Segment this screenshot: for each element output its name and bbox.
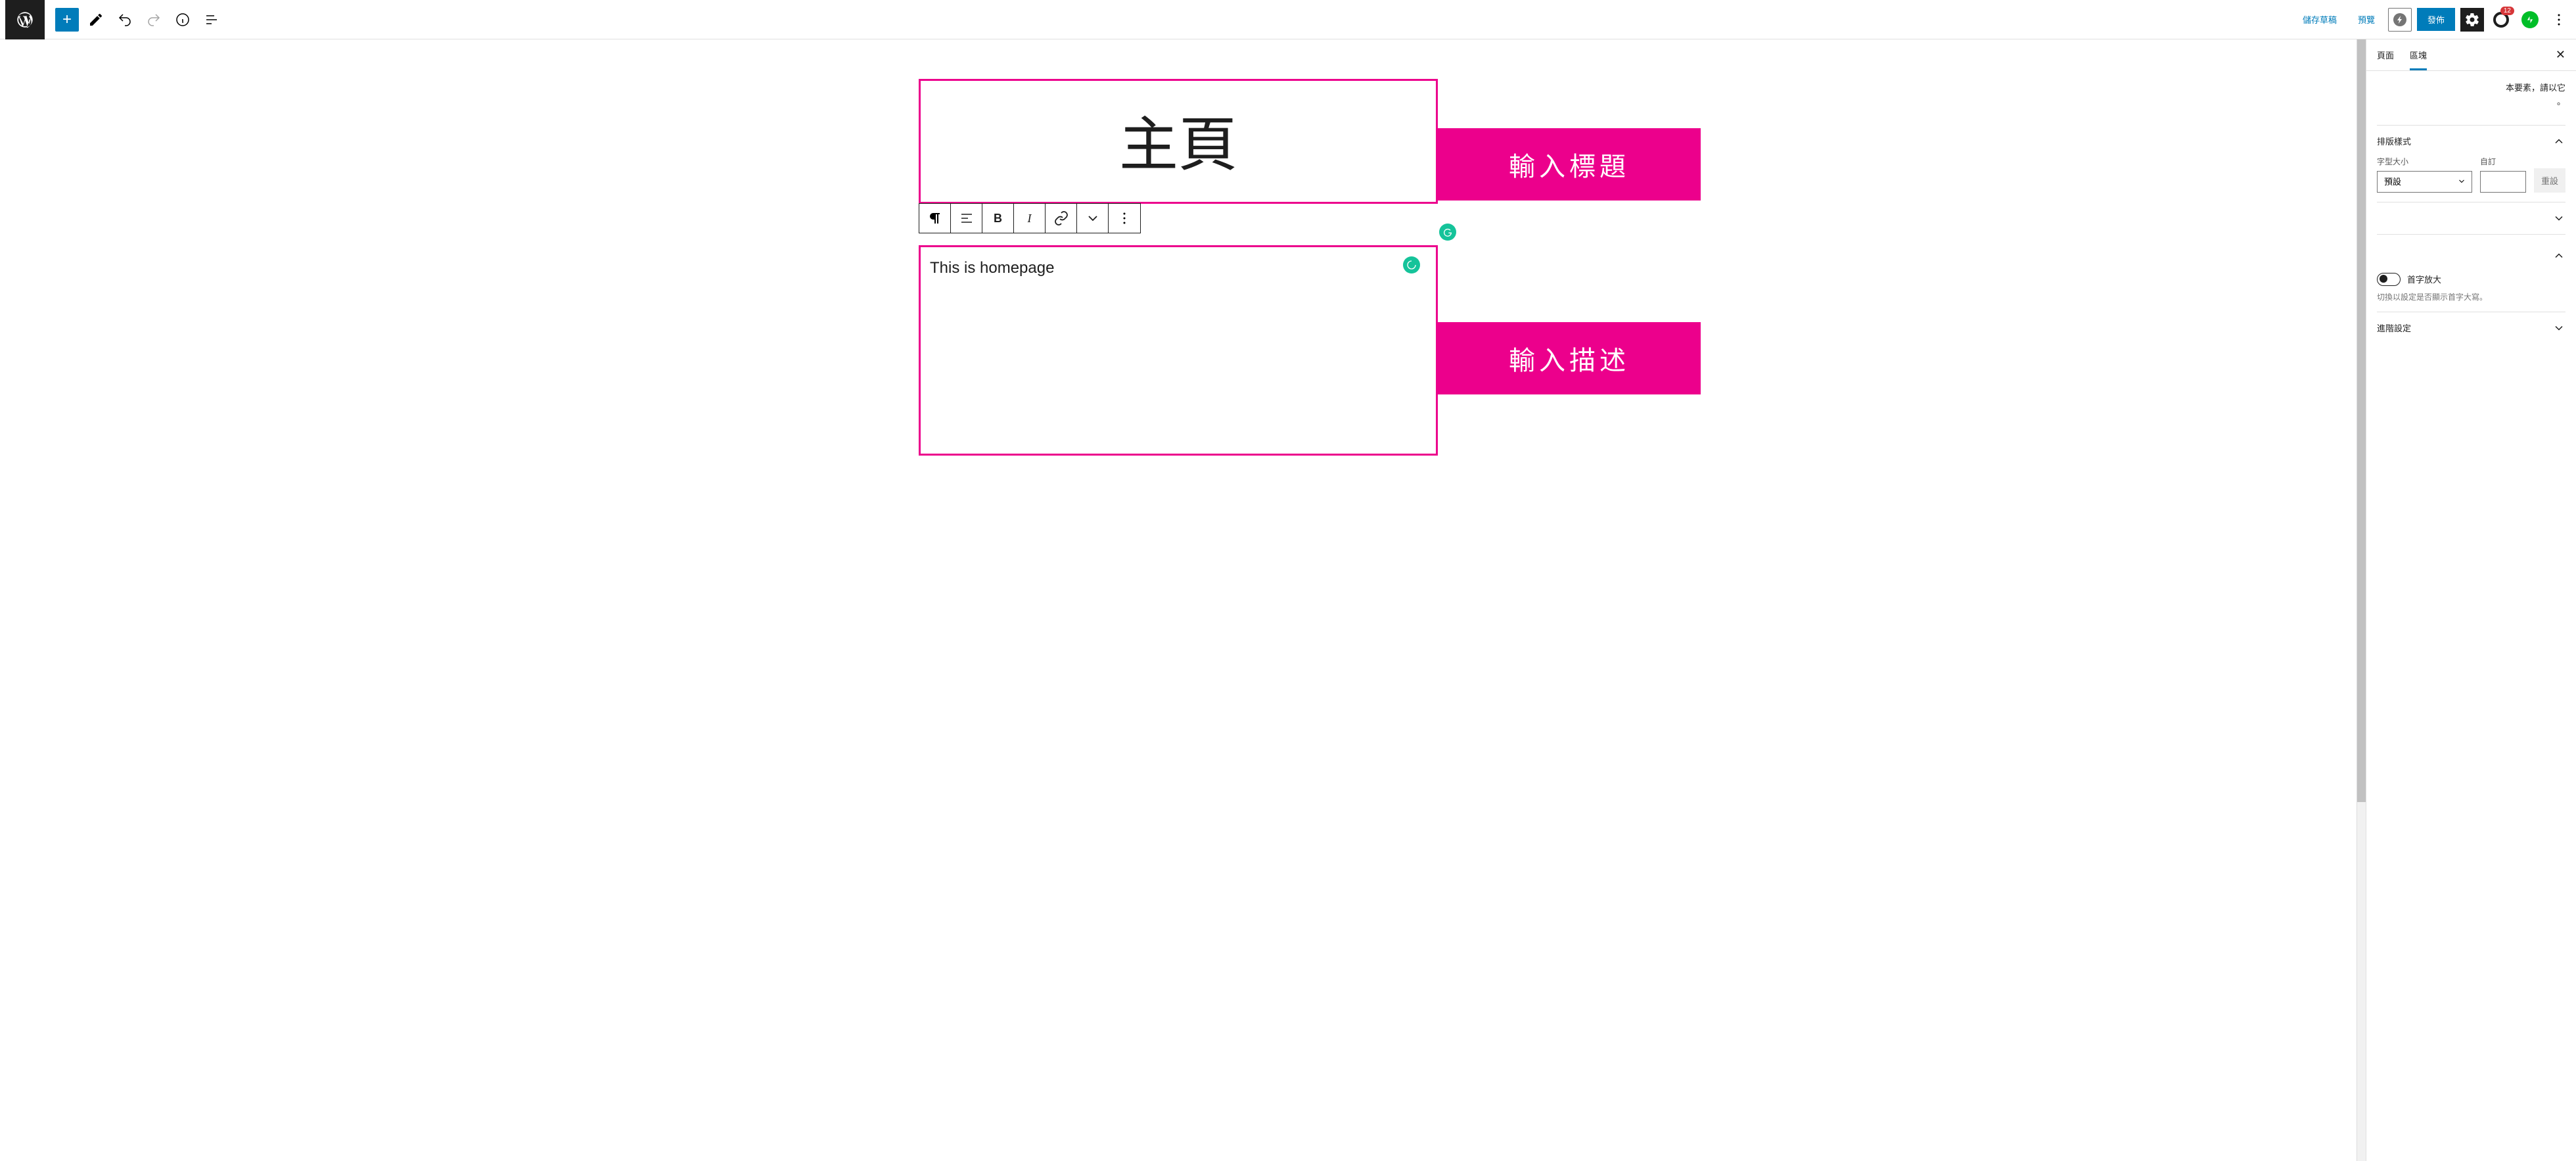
edit-mode-button[interactable] — [84, 8, 108, 32]
block-description-partial: 本要素，請以它 。 — [2377, 82, 2565, 109]
sidebar-tabs: 頁面 區塊 ✕ — [2366, 39, 2576, 71]
bold-button[interactable]: B — [982, 204, 1014, 233]
amp-button[interactable] — [2388, 8, 2412, 32]
reset-button[interactable]: 重設 — [2534, 168, 2565, 193]
pencil-icon — [88, 12, 104, 28]
advanced-heading: 進階設定 — [2377, 321, 2411, 334]
grammarly-spinner-icon — [1406, 260, 1417, 270]
undo-icon — [117, 12, 133, 28]
editor-top-toolbar: + 儲存草稿 預覽 發佈 — [0, 0, 2576, 39]
publish-button[interactable]: 發佈 — [2417, 8, 2455, 31]
scrollbar-thumb[interactable] — [2357, 39, 2366, 802]
editor-canvas[interactable]: 主頁 B I This is homepage — [0, 39, 2357, 1161]
chevron-up-icon — [2552, 135, 2565, 148]
page-title-block[interactable]: 主頁 — [919, 79, 1438, 204]
dropcap-hint: 切換以設定是否顯示首字大寫。 — [2377, 291, 2565, 302]
custom-size-input[interactable] — [2480, 171, 2526, 193]
list-icon — [204, 12, 219, 28]
save-draft-button[interactable]: 儲存草稿 — [2295, 8, 2345, 31]
vertical-dots-icon — [2551, 12, 2567, 28]
dropdown-button[interactable] — [1077, 204, 1109, 233]
page-title-text[interactable]: 主頁 — [921, 97, 1436, 182]
italic-button[interactable]: I — [1014, 204, 1046, 233]
tab-page[interactable]: 頁面 — [2377, 39, 2394, 70]
yoast-button[interactable]: 12 — [2489, 8, 2513, 32]
paragraph-text[interactable]: This is homepage — [930, 259, 1427, 277]
vertical-dots-icon — [1116, 210, 1132, 226]
chevron-down-icon — [2552, 321, 2565, 335]
link-button[interactable] — [1046, 204, 1077, 233]
block-more-button[interactable] — [1109, 204, 1140, 233]
custom-size-label: 自訂 — [2480, 156, 2526, 167]
typography-section-toggle[interactable]: 排版樣式 — [2377, 135, 2565, 148]
yoast-badge: 12 — [2500, 7, 2514, 15]
undo-button[interactable] — [113, 8, 137, 32]
bold-icon: B — [994, 212, 1002, 225]
redo-icon — [146, 12, 162, 28]
settings-sidebar: 頁面 區塊 ✕ 本要素，請以它 。 排版樣式 字型大小 — [2366, 39, 2576, 1161]
preview-button[interactable]: 預覽 — [2350, 8, 2383, 31]
plus-icon: + — [62, 11, 72, 29]
jetpack-button[interactable] — [2518, 8, 2542, 32]
typography-heading: 排版樣式 — [2377, 135, 2411, 147]
link-icon — [1053, 210, 1069, 226]
grammarly-g-icon — [1442, 227, 1453, 237]
advanced-section-toggle[interactable]: 進階設定 — [2377, 321, 2565, 335]
jetpack-icon — [2521, 11, 2539, 28]
dropcap-section-toggle[interactable] — [2377, 244, 2565, 268]
bolt-icon — [2392, 12, 2408, 28]
italic-icon: I — [1028, 212, 1032, 225]
canvas-scrollbar[interactable] — [2357, 39, 2366, 1161]
grammarly-button[interactable] — [1439, 224, 1456, 241]
wordpress-logo[interactable] — [5, 0, 45, 39]
more-menu-button[interactable] — [2547, 8, 2571, 32]
dropcap-label: 首字放大 — [2407, 273, 2441, 285]
collapsed-section-1[interactable] — [2377, 206, 2565, 230]
info-button[interactable] — [171, 8, 195, 32]
gear-icon — [2464, 12, 2480, 28]
align-button[interactable] — [951, 204, 982, 233]
close-icon: ✕ — [2556, 48, 2565, 61]
chevron-down-icon — [1085, 210, 1101, 226]
add-block-button[interactable]: + — [55, 8, 79, 32]
chevron-up-icon — [2552, 249, 2565, 262]
redo-button[interactable] — [142, 8, 166, 32]
block-type-button[interactable] — [919, 204, 951, 233]
settings-button[interactable] — [2460, 8, 2484, 32]
close-sidebar-button[interactable]: ✕ — [2556, 48, 2565, 62]
annotation-desc-hint: 輸入描述 — [1438, 322, 1701, 394]
toggle-knob — [2380, 275, 2387, 283]
font-size-label: 字型大小 — [2377, 156, 2472, 167]
annotation-title-hint: 輸入標題 — [1438, 128, 1701, 201]
font-size-select[interactable]: 預設 — [2377, 171, 2472, 193]
info-icon — [175, 12, 191, 28]
paragraph-icon — [927, 210, 943, 226]
align-left-icon — [959, 210, 975, 226]
tab-block[interactable]: 區塊 — [2410, 39, 2427, 70]
paragraph-block[interactable]: This is homepage — [919, 245, 1438, 456]
grammarly-indicator[interactable] — [1403, 256, 1420, 273]
dropcap-toggle[interactable] — [2377, 273, 2401, 286]
outline-button[interactable] — [200, 8, 223, 32]
chevron-down-icon — [2552, 212, 2565, 225]
block-toolbar: B I — [919, 203, 1141, 233]
